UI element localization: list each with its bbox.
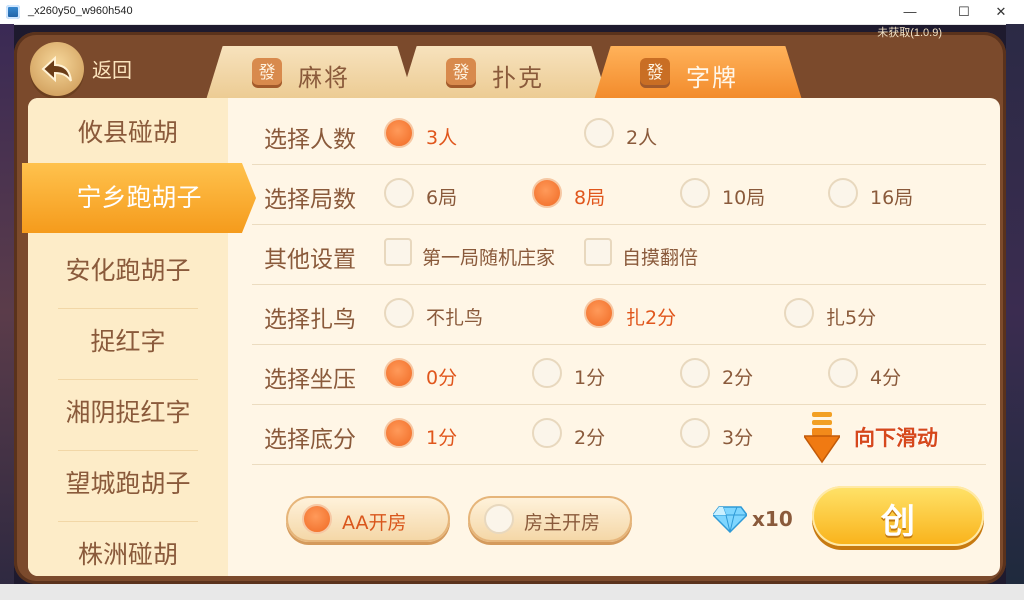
create-room-button[interactable]: 创: [812, 486, 984, 546]
option-label: 1分: [426, 427, 458, 449]
players-label: 选择人数: [264, 127, 356, 153]
pill-label: 房主开房: [524, 512, 601, 534]
other-settings-label: 其他设置: [264, 247, 356, 273]
tab-zipai[interactable]: 發 字牌: [594, 46, 802, 100]
back-label[interactable]: 返回: [92, 54, 132, 83]
option-label: 2人: [626, 127, 658, 149]
radio-button[interactable]: [532, 178, 562, 208]
option-label: 不扎鸟: [426, 307, 484, 329]
tab-label: 扑克: [492, 64, 544, 92]
version-label: 未获取(1.0.9): [877, 27, 942, 39]
sidebar-item-zhuohongzi[interactable]: 捉红字: [28, 307, 228, 377]
rounds-row: 选择局数 6局 8局 10局 16局: [252, 166, 986, 225]
option-label: 自摸翻倍: [622, 247, 699, 269]
option-label: 扎5分: [826, 307, 877, 329]
scroll-down-hint: 向下滑动: [804, 410, 964, 464]
radio-button[interactable]: [828, 358, 858, 388]
radio-button[interactable]: [532, 418, 562, 448]
create-button-label: 创: [881, 502, 915, 542]
tab-label: 麻将: [298, 64, 350, 92]
option-label: 3分: [722, 427, 754, 449]
host-room-button[interactable]: 房主开房: [468, 496, 632, 542]
option-label: 第一局随机庄家: [422, 247, 556, 269]
radio-button[interactable]: [828, 178, 858, 208]
option-label: 8局: [574, 187, 606, 209]
sidebar-item-ningxiang-paohuzi[interactable]: 宁乡跑胡子: [22, 163, 256, 233]
option-label: 10局: [722, 187, 766, 209]
tab-poker[interactable]: 發 扑克: [400, 46, 608, 100]
option-label: 16局: [870, 187, 914, 209]
game-sidebar: 攸县碰胡 宁乡跑胡子 安化跑胡子 捉红字 湘阴捉红字 望城跑胡子 株洲碰胡: [22, 98, 256, 576]
minimize-button[interactable]: —: [887, 0, 933, 24]
other-settings-row: 其他设置 第一局随机庄家 自摸翻倍: [252, 226, 986, 285]
option-label: 3人: [426, 127, 458, 149]
bird-label: 选择扎鸟: [264, 307, 356, 333]
background-left: [0, 24, 14, 600]
radio-button[interactable]: [532, 358, 562, 388]
radio-button[interactable]: [784, 298, 814, 328]
radio-button[interactable]: [584, 298, 614, 328]
rounds-label: 选择局数: [264, 187, 356, 213]
checkbox[interactable]: [584, 238, 612, 266]
sidebar-item-wangcheng-paohuzi[interactable]: 望城跑胡子: [28, 449, 228, 519]
option-label: 6局: [426, 187, 458, 209]
base-score-label: 选择底分: [264, 427, 356, 453]
radio-button[interactable]: [680, 358, 710, 388]
option-label: 4分: [870, 367, 902, 389]
pill-label: AA开房: [342, 512, 407, 534]
press-row: 选择坐压 0分 1分 2分 4分: [252, 346, 986, 405]
sidebar-item-xiangyin-zhuohongzi[interactable]: 湘阴捉红字: [28, 378, 228, 448]
diamond-cost: x10: [752, 507, 793, 531]
bird-row: 选择扎鸟 不扎鸟 扎2分 扎5分: [252, 286, 986, 345]
tab-mahjong[interactable]: 發 麻将: [206, 46, 414, 100]
radio-button[interactable]: [384, 358, 414, 388]
mahjong-tile-icon: 發: [446, 58, 476, 88]
diamond-icon: [713, 506, 747, 533]
sidebar-item-zhuzhou-penghu[interactable]: 株洲碰胡: [28, 520, 228, 590]
option-label: 0分: [426, 367, 458, 389]
back-arrow-icon: [41, 55, 72, 83]
checkbox[interactable]: [384, 238, 412, 266]
radio-button[interactable]: [384, 418, 414, 448]
tab-label: 字牌: [686, 64, 738, 92]
option-label: 1分: [574, 367, 606, 389]
radio-button[interactable]: [384, 298, 414, 328]
radio-button[interactable]: [384, 118, 414, 148]
background-right: [1006, 24, 1024, 600]
back-button[interactable]: [30, 42, 84, 96]
radio-button[interactable]: [384, 178, 414, 208]
mahjong-tile-icon: 發: [252, 58, 282, 88]
radio-button[interactable]: [302, 504, 332, 534]
scroll-hint-text: 向下滑动: [854, 426, 938, 450]
radio-button[interactable]: [680, 418, 710, 448]
radio-button[interactable]: [584, 118, 614, 148]
window-titlebar: _x260y50_w960h540 — ☐ ✕: [0, 0, 1024, 25]
radio-button[interactable]: [680, 178, 710, 208]
press-label: 选择坐压: [264, 367, 356, 393]
sidebar-item-anhua-paohuzi[interactable]: 安化跑胡子: [28, 236, 228, 306]
close-button[interactable]: ✕: [978, 0, 1024, 24]
mahjong-tile-icon: 發: [640, 58, 670, 88]
radio-button[interactable]: [484, 504, 514, 534]
option-label: 扎2分: [626, 307, 677, 329]
window-title: _x260y50_w960h540: [28, 5, 133, 17]
sidebar-item-youxian-penghu[interactable]: 攸县碰胡: [28, 98, 228, 168]
scroll-down-arrow-icon: [804, 412, 840, 464]
option-label: 2分: [574, 427, 606, 449]
option-label: 2分: [722, 367, 754, 389]
app-icon: [6, 5, 20, 19]
aa-room-button[interactable]: AA开房: [286, 496, 450, 542]
players-row: 选择人数 3人 2人: [252, 106, 986, 165]
